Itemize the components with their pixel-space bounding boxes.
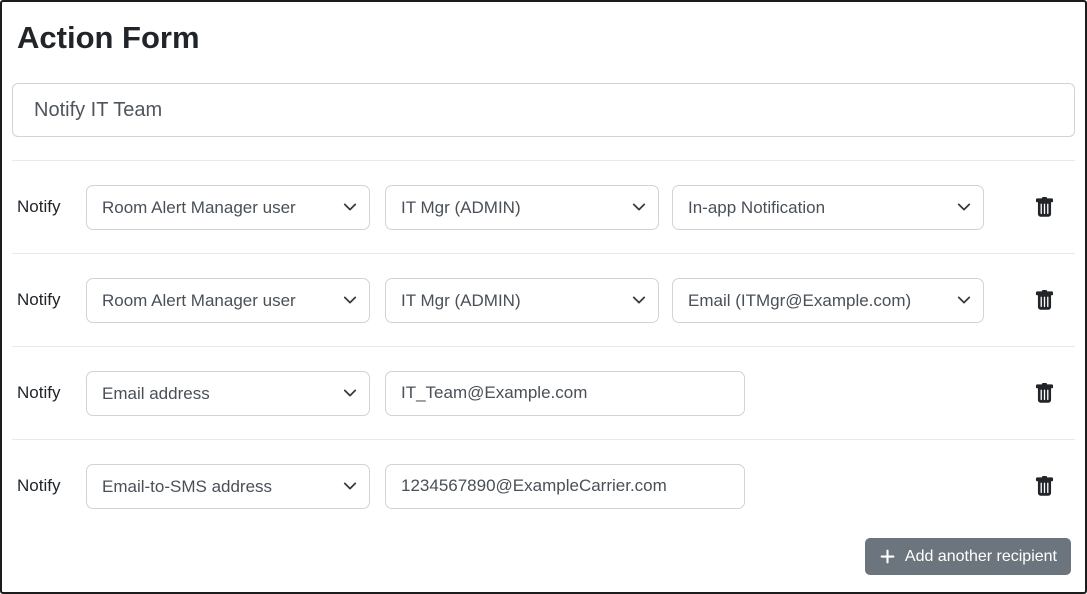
action-name-field-wrap [12,83,1075,137]
recipient-type-select[interactable]: Email address [86,371,370,416]
notify-label: Notify [17,290,86,310]
notify-label: Notify [17,383,86,403]
plus-icon [879,548,896,565]
trash-icon [1034,289,1055,312]
add-recipient-button-label: Add another recipient [905,548,1057,566]
recipient-type-field: Room Alert Manager user [86,185,370,230]
recipient-row: Notify Room Alert Manager user IT Mgr (A… [2,254,1085,346]
recipient-type-select[interactable]: Room Alert Manager user [86,185,370,230]
delete-recipient-button[interactable] [1032,473,1057,500]
notification-method-select[interactable]: In-app Notification [672,185,984,230]
page-title: Action Form [17,16,1085,60]
sms-address-field [385,464,745,509]
footer-bar: Add another recipient [2,538,1085,575]
user-field: IT Mgr (ADMIN) [385,278,659,323]
user-select[interactable]: IT Mgr (ADMIN) [385,278,659,323]
notify-label: Notify [17,476,86,496]
notification-method-select[interactable]: Email (ITMgr@Example.com) [672,278,984,323]
recipient-type-field: Email address [86,371,370,416]
recipient-row: Notify Email address [2,347,1085,439]
recipient-type-field: Room Alert Manager user [86,278,370,323]
recipient-row: Notify Email-to-SMS address [2,440,1085,532]
sms-address-input[interactable] [385,464,745,509]
action-name-input[interactable] [12,83,1075,137]
delete-recipient-button[interactable] [1032,194,1057,221]
delete-recipient-button[interactable] [1032,287,1057,314]
recipient-type-select[interactable]: Room Alert Manager user [86,278,370,323]
email-address-field [385,371,745,416]
email-address-input[interactable] [385,371,745,416]
user-select[interactable]: IT Mgr (ADMIN) [385,185,659,230]
trash-icon [1034,382,1055,405]
trash-icon [1034,196,1055,219]
recipient-type-field: Email-to-SMS address [86,464,370,509]
add-recipient-button[interactable]: Add another recipient [865,538,1071,575]
delete-recipient-button[interactable] [1032,380,1057,407]
recipient-type-select[interactable]: Email-to-SMS address [86,464,370,509]
notify-label: Notify [17,197,86,217]
user-field: IT Mgr (ADMIN) [385,185,659,230]
notification-method-field: In-app Notification [672,185,984,230]
action-form-page: { "page": { "title": "Action Form" }, "a… [0,0,1087,594]
recipient-row: Notify Room Alert Manager user IT Mgr (A… [2,161,1085,253]
notification-method-field: Email (ITMgr@Example.com) [672,278,984,323]
trash-icon [1034,475,1055,498]
